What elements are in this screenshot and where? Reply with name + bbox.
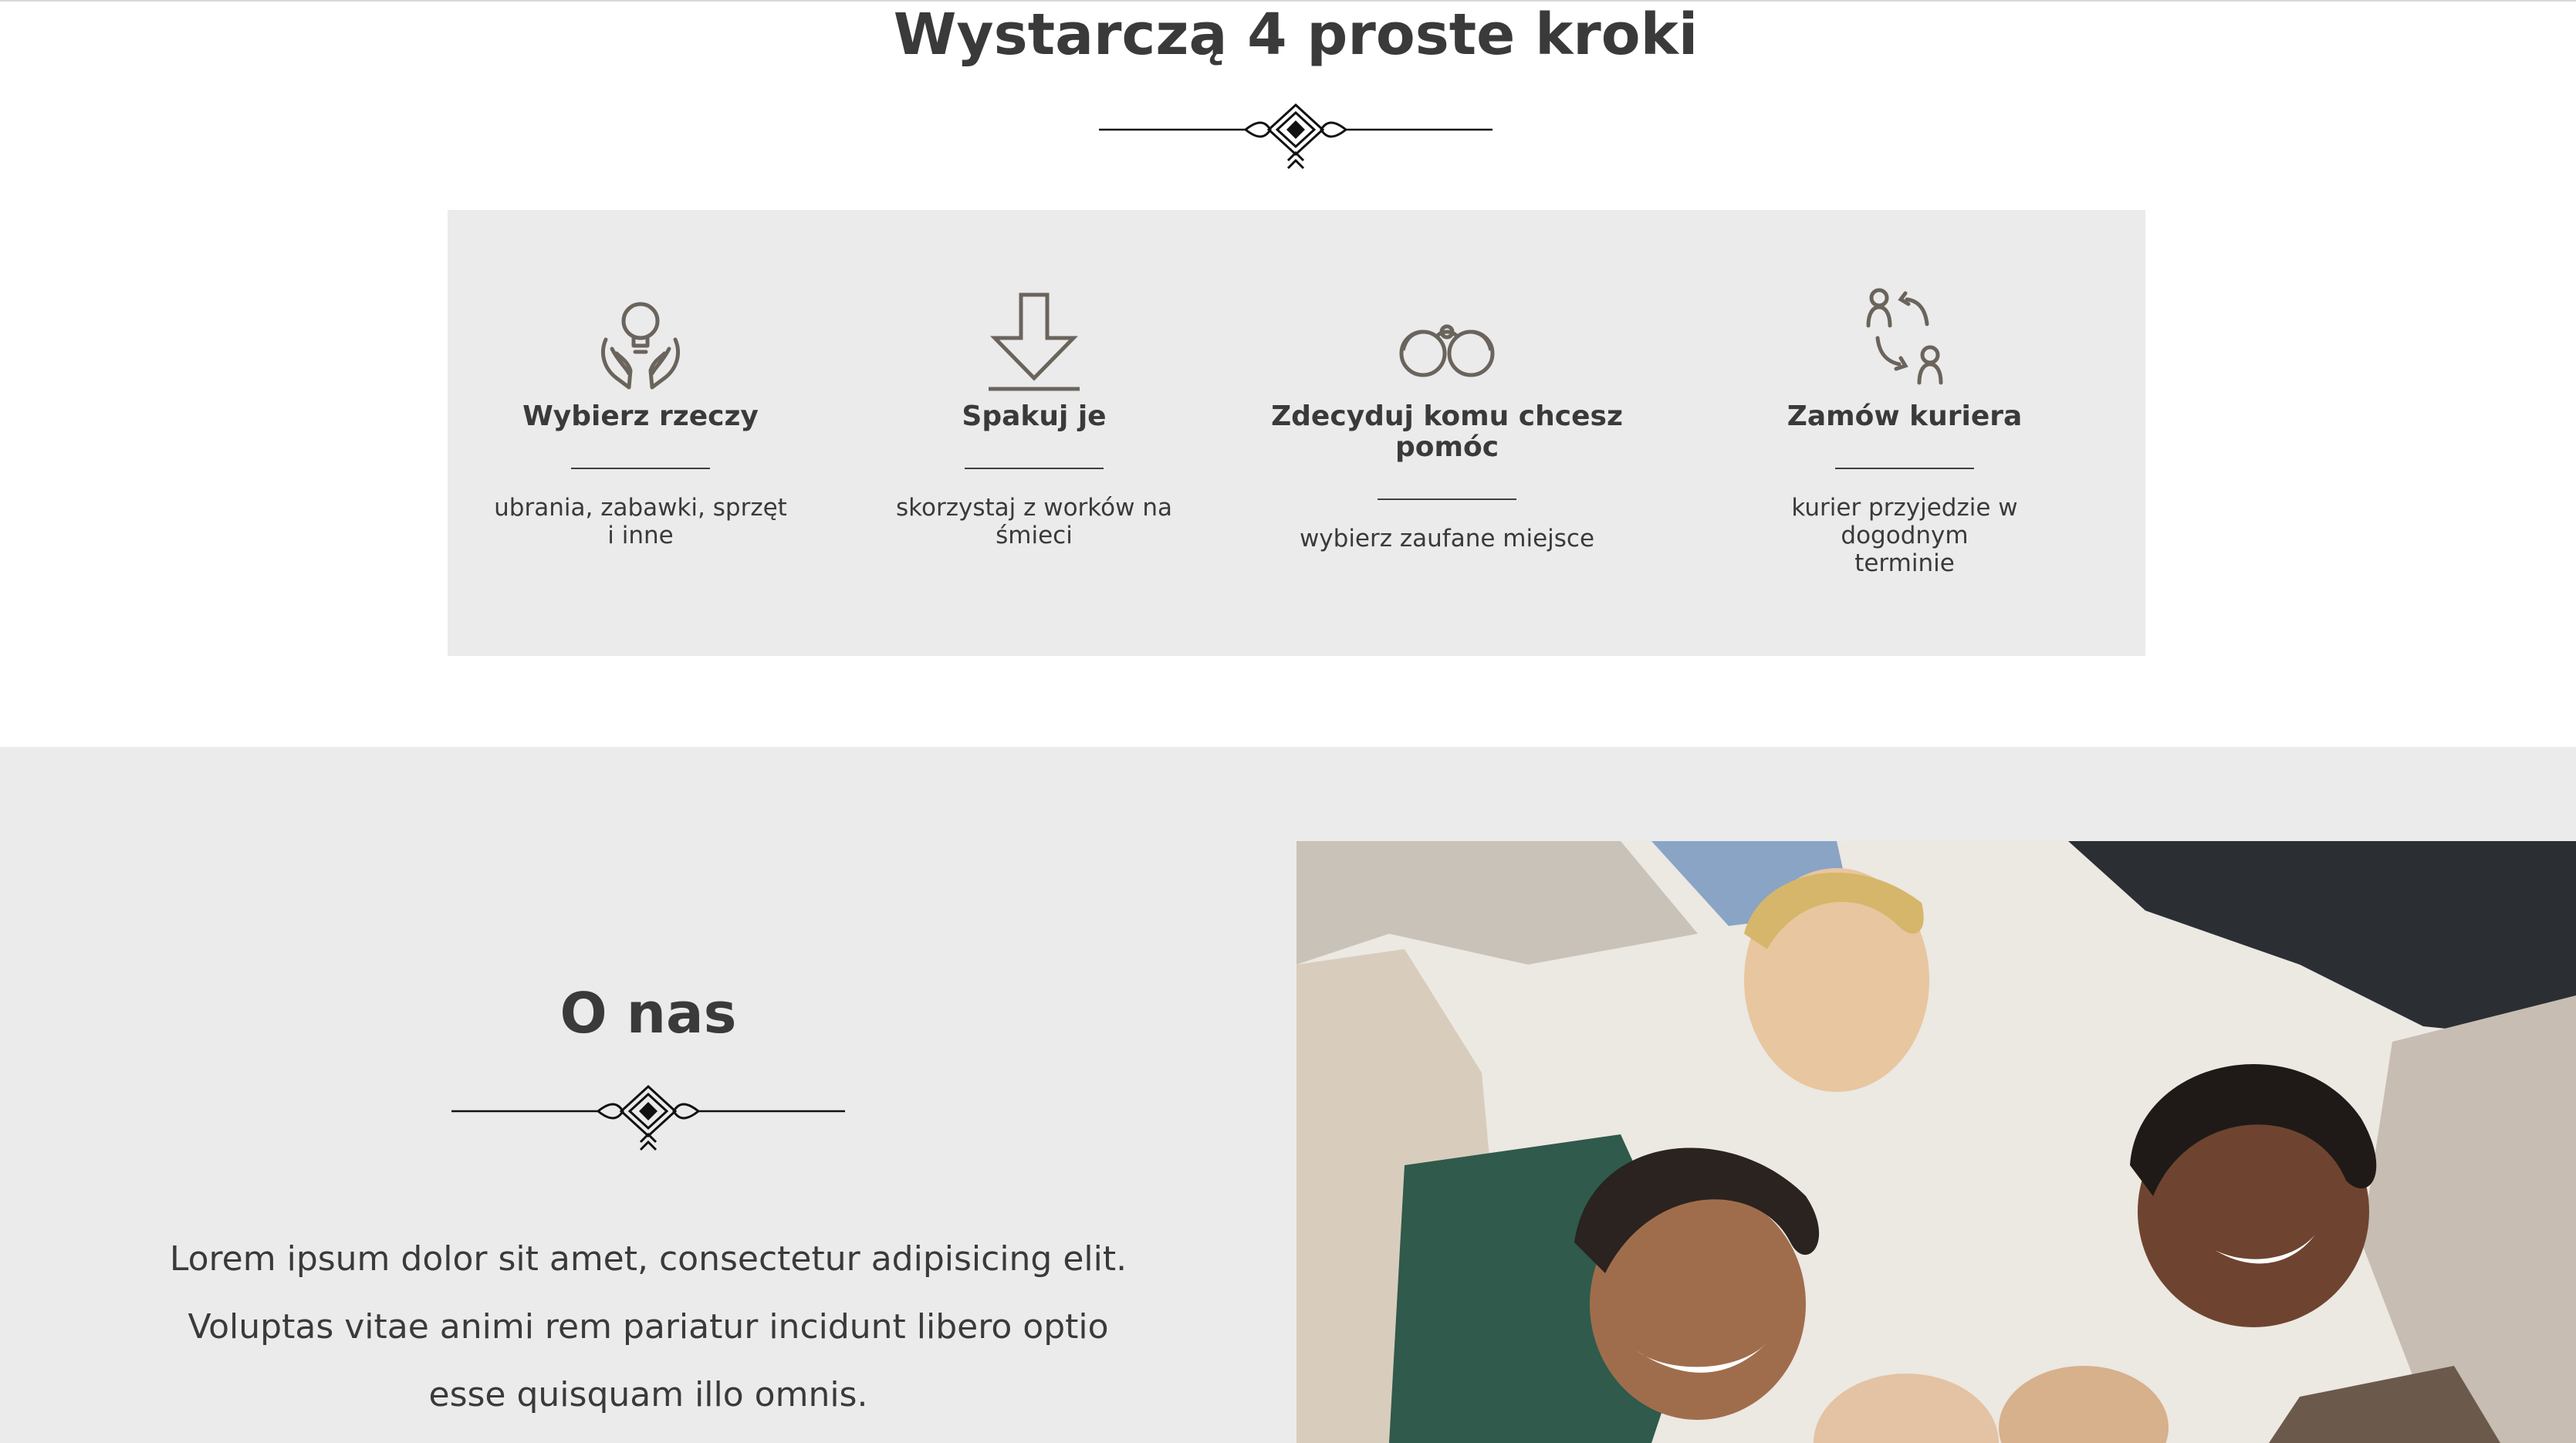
step-divider [1835, 468, 1974, 469]
about-heading: O nas [559, 981, 737, 1046]
about-section: O nas Lorem ipsum dolor sit amet, consec… [0, 747, 2576, 1443]
step-title: Spakuj je [962, 400, 1107, 432]
group-of-people-photo [1296, 841, 2576, 1443]
step-description: kurier przyjedzie w dogodnym terminie [1791, 494, 2018, 577]
steps-heading: Wystarczą 4 proste kroki [893, 2, 1699, 68]
step-description: wybierz zaufane miejsce [1299, 525, 1595, 553]
binoculars-icon [1389, 284, 1505, 400]
step-title: Zamów kuriera [1787, 400, 2023, 432]
step-title: Wybierz rzeczy [522, 400, 759, 432]
step-divider [965, 468, 1104, 469]
ornament-divider-icon [1099, 103, 1493, 170]
steps-panel: Wybierz rzeczy ubrania, zabawki, sprzęt … [448, 210, 2145, 656]
download-arrow-icon [976, 284, 1092, 400]
people-exchange-icon [1847, 284, 1962, 400]
about-paragraph: Lorem ipsum dolor sit amet, consectetur … [169, 1239, 1127, 1414]
step-divider [1378, 498, 1516, 500]
step-title: Zdecyduj komu chcesz pomóc [1271, 400, 1623, 463]
step-description: ubrania, zabawki, sprzęt i inne [494, 494, 787, 549]
ornament-divider-icon [451, 1084, 845, 1151]
hands-lightbulb-icon [583, 284, 698, 400]
step-description: skorzystaj z worków na śmieci [896, 494, 1172, 549]
step-divider [571, 468, 710, 469]
